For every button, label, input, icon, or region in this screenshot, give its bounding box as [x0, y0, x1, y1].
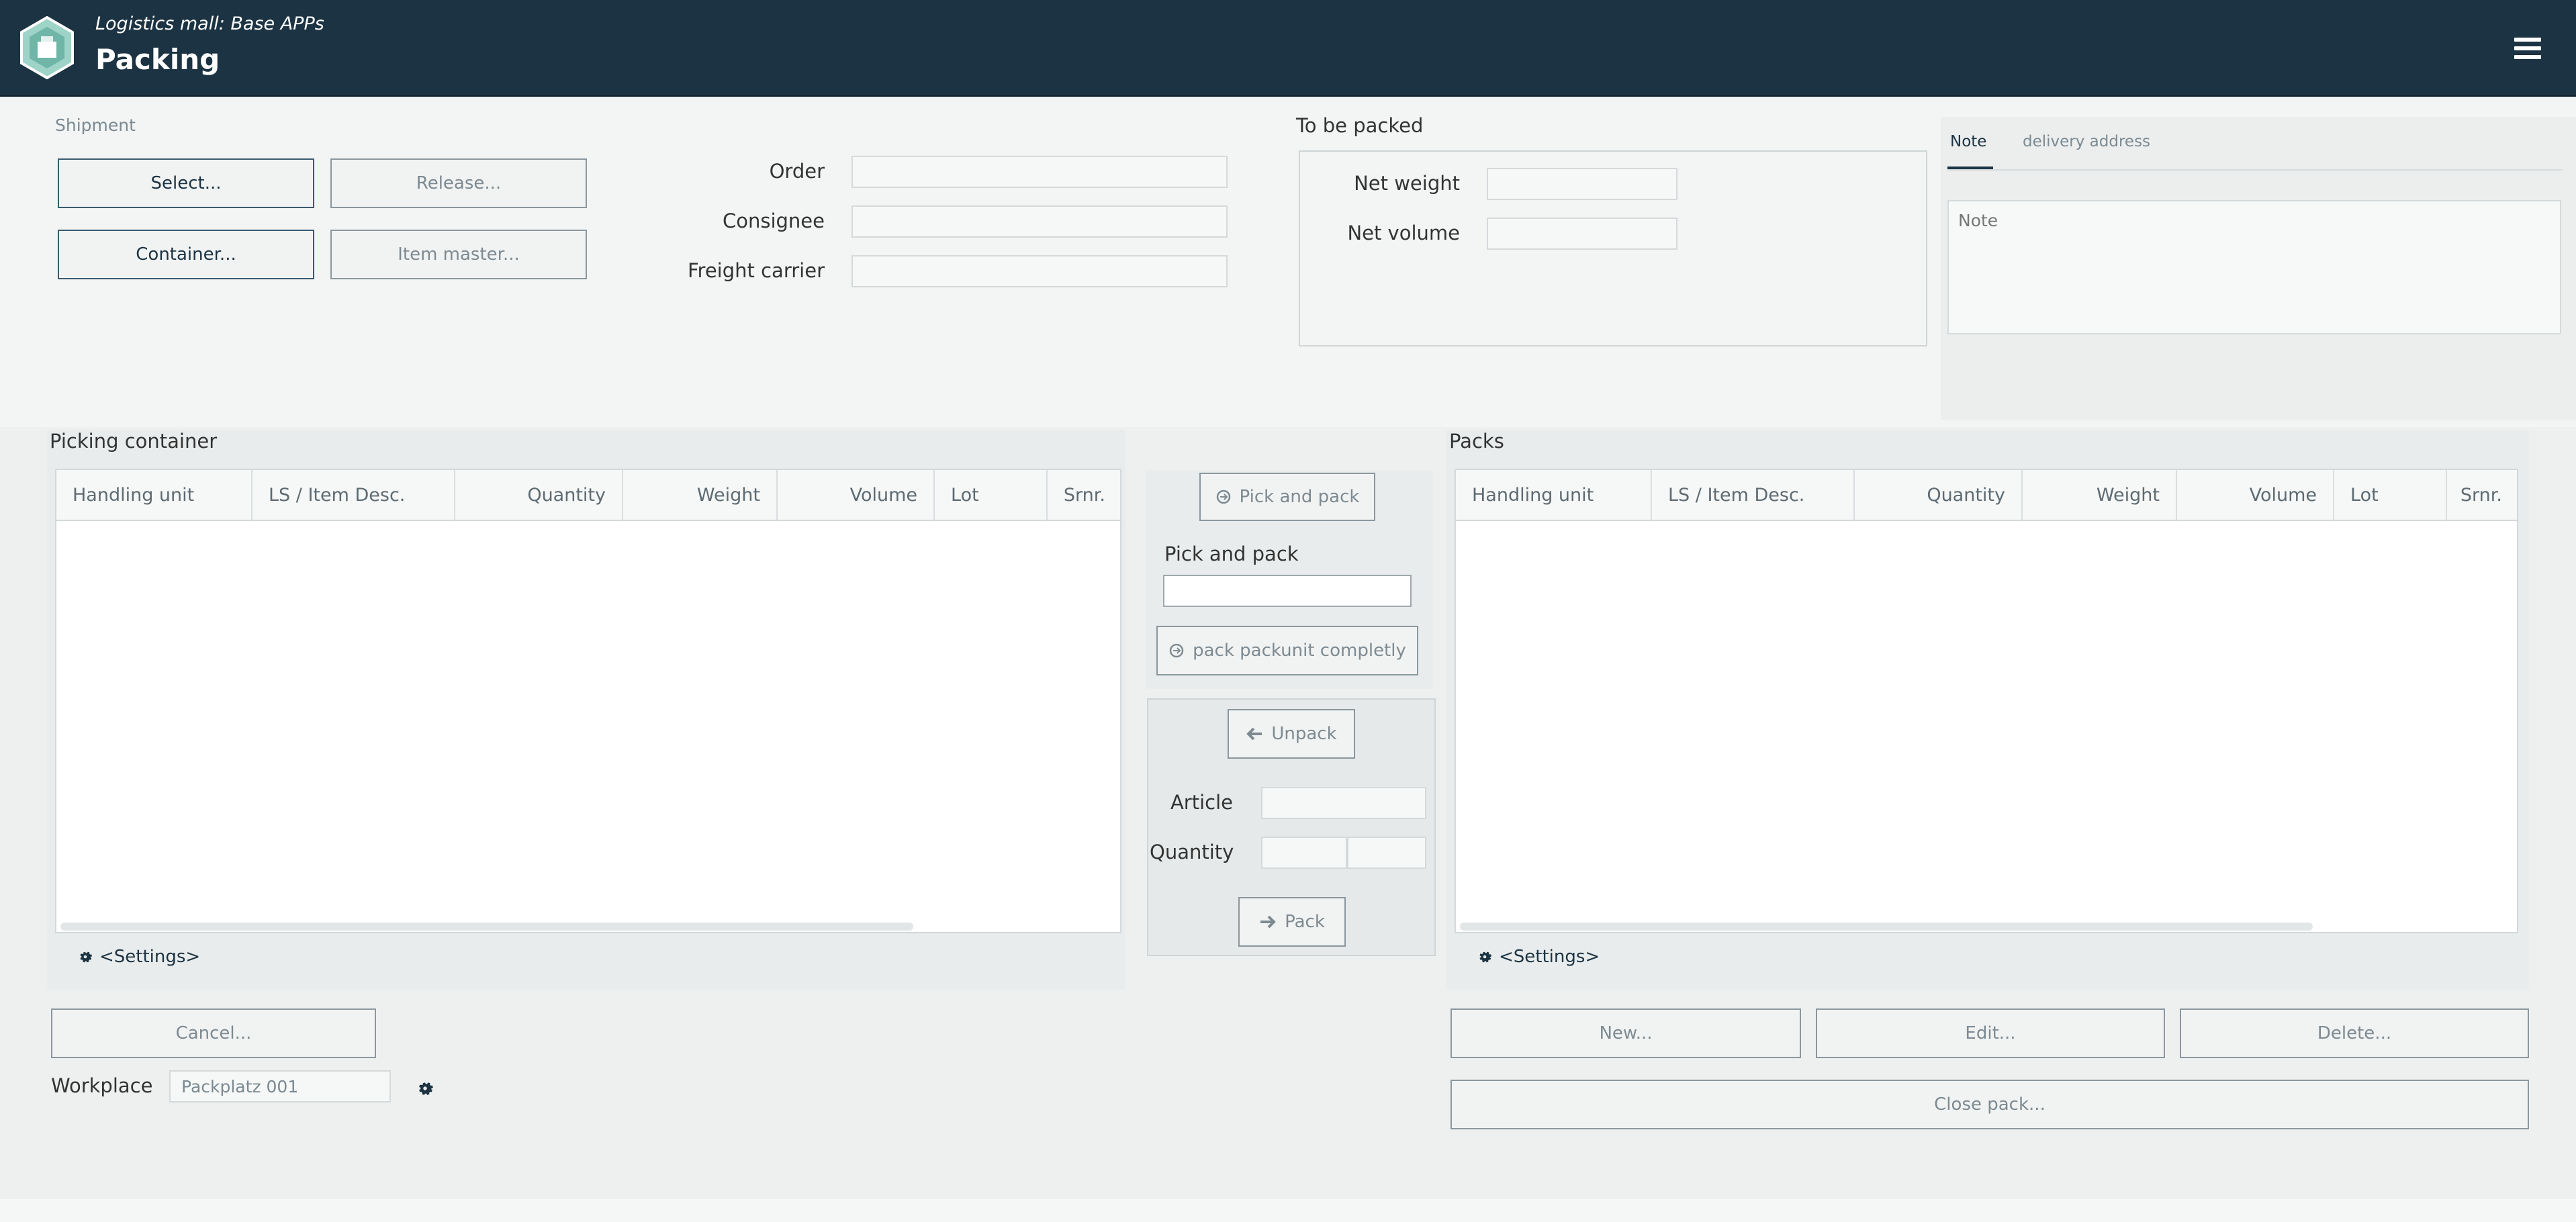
quantity-unit-field[interactable]	[1347, 837, 1426, 869]
select-button[interactable]: Select...	[58, 158, 314, 208]
gear-icon	[1479, 951, 1492, 963]
bottom-strip	[0, 1199, 2576, 1222]
table-header: Handling unit LS / Item Desc. Quantity W…	[1456, 470, 2517, 521]
freight-carrier-field[interactable]	[852, 255, 1228, 287]
workplace-label: Workplace	[51, 1074, 153, 1097]
page-title: Packing	[95, 43, 220, 76]
pick-and-pack-label: Pick and pack	[1164, 543, 1299, 565]
workplace-settings-gear-icon[interactable]	[416, 1080, 434, 1097]
article-field[interactable]	[1261, 787, 1426, 819]
tab-note[interactable]: Note	[1950, 133, 1986, 150]
arrow-left-icon	[1246, 727, 1262, 741]
consignee-field[interactable]	[852, 205, 1228, 238]
column-srnr[interactable]: Srnr.	[1048, 470, 1121, 520]
packs-table: Handling unit LS / Item Desc. Quantity W…	[1455, 469, 2518, 933]
release-button[interactable]: Release...	[330, 158, 587, 208]
app-header: Logistics mall: Base APPs Packing	[0, 0, 2576, 97]
column-quantity[interactable]: Quantity	[455, 470, 623, 520]
workplace-field[interactable]	[169, 1070, 391, 1102]
arrow-right-icon	[1260, 915, 1276, 929]
column-volume[interactable]: Volume	[2177, 470, 2334, 520]
quantity-label: Quantity	[1150, 841, 1234, 863]
picking-container-table: Handling unit LS / Item Desc. Quantity W…	[55, 469, 1121, 933]
pack-button-label: Pack	[1285, 912, 1325, 932]
horizontal-scrollbar[interactable]	[1460, 923, 2313, 931]
circle-arrow-icon	[1216, 489, 1230, 504]
item-master-button[interactable]: Item master...	[330, 230, 587, 279]
cancel-button[interactable]: Cancel...	[51, 1008, 376, 1058]
to-be-packed-label: To be packed	[1296, 114, 1424, 137]
pick-and-pack-button-label: Pick and pack	[1239, 487, 1360, 507]
column-lot[interactable]: Lot	[935, 470, 1048, 520]
unpack-button[interactable]: Unpack	[1228, 709, 1355, 759]
picking-settings-link[interactable]: <Settings>	[78, 947, 200, 967]
hamburger-menu-icon[interactable]	[2514, 38, 2541, 62]
pack-packunit-button-label: pack packunit completly	[1193, 641, 1406, 661]
delete-button[interactable]: Delete...	[2180, 1008, 2529, 1058]
column-handling-unit[interactable]: Handling unit	[56, 470, 252, 520]
shipment-section-label: Shipment	[55, 115, 136, 135]
picking-container-title: Picking container	[50, 430, 218, 453]
column-volume[interactable]: Volume	[778, 470, 935, 520]
container-button[interactable]: Container...	[58, 230, 314, 279]
app-logo-icon	[20, 16, 74, 79]
column-weight[interactable]: Weight	[623, 470, 778, 520]
close-pack-button[interactable]: Close pack...	[1451, 1080, 2529, 1129]
app-subtitle: Logistics mall: Base APPs	[95, 13, 324, 34]
settings-label: <Settings>	[99, 947, 201, 967]
gear-icon	[80, 951, 93, 963]
column-weight[interactable]: Weight	[2023, 470, 2177, 520]
net-volume-field[interactable]	[1487, 218, 1677, 250]
pack-packunit-completely-button[interactable]: pack packunit completly	[1156, 626, 1418, 675]
tab-note-active-indicator	[1947, 167, 1993, 169]
edit-button[interactable]: Edit...	[1816, 1008, 2165, 1058]
pack-button[interactable]: Pack	[1238, 897, 1346, 947]
freight-carrier-label: Freight carrier	[687, 259, 825, 282]
column-item-desc[interactable]: LS / Item Desc.	[252, 470, 455, 520]
order-field[interactable]	[852, 156, 1228, 188]
column-handling-unit[interactable]: Handling unit	[1456, 470, 1652, 520]
consignee-label: Consignee	[722, 209, 825, 232]
table-header: Handling unit LS / Item Desc. Quantity W…	[56, 470, 1120, 521]
settings-label: <Settings>	[1499, 947, 1600, 967]
circle-arrow-icon	[1169, 643, 1184, 658]
article-label: Article	[1170, 791, 1233, 814]
new-button[interactable]: New...	[1451, 1008, 1801, 1058]
order-label: Order	[769, 160, 825, 183]
pick-and-pack-button[interactable]: Pick and pack	[1199, 473, 1375, 521]
column-srnr[interactable]: Srnr.	[2447, 470, 2518, 520]
net-weight-label: Net weight	[1354, 172, 1460, 195]
net-weight-field[interactable]	[1487, 168, 1677, 200]
column-quantity[interactable]: Quantity	[1855, 470, 2023, 520]
column-item-desc[interactable]: LS / Item Desc.	[1652, 470, 1855, 520]
pick-and-pack-input[interactable]	[1163, 575, 1412, 607]
tab-delivery-address[interactable]: delivery address	[2023, 133, 2150, 150]
net-volume-label: Net volume	[1347, 222, 1460, 244]
column-lot[interactable]: Lot	[2334, 470, 2447, 520]
tab-divider	[1947, 169, 2563, 171]
quantity-field[interactable]	[1261, 837, 1347, 869]
packs-title: Packs	[1449, 430, 1504, 453]
note-textarea[interactable]	[1947, 200, 2561, 334]
unpack-button-label: Unpack	[1271, 724, 1337, 744]
packs-settings-link[interactable]: <Settings>	[1477, 947, 1600, 967]
horizontal-scrollbar[interactable]	[60, 923, 913, 931]
